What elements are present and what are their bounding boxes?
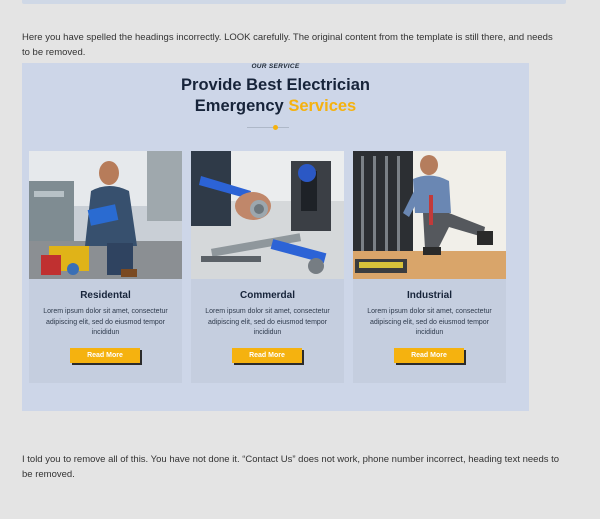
divider-dot — [273, 125, 278, 130]
card-description: Lorem ipsum dolor sit amet, consectetur … — [205, 308, 330, 336]
electrician-with-clipboard-photo — [29, 151, 182, 279]
card-title: Industrial — [406, 290, 452, 301]
heading-divider — [247, 127, 289, 128]
card-description: Lorem ipsum dolor sit amet, consectetur … — [43, 308, 168, 336]
card-description: Lorem ipsum dolor sit amet, consectetur … — [367, 308, 492, 336]
hands-holding-pipe-tools-photo — [191, 151, 344, 279]
section-eyebrow: OUR SERVICE — [251, 63, 300, 70]
embedded-screenshot: OUR SERVICE Provide Best Electrician Eme… — [22, 63, 529, 411]
read-more-button[interactable]: Read More — [394, 348, 464, 363]
feedback-message: Here you have spelled the headings incor… — [22, 31, 553, 58]
card-title: Residental — [80, 290, 131, 301]
read-more-button[interactable]: Read More — [232, 348, 302, 363]
card-title: Commerdal — [239, 290, 295, 301]
service-card-industrial: Industrial Lorem ipsum dolor sit amet, c… — [353, 151, 506, 383]
technician-kneeling-at-cabinet-photo — [353, 151, 506, 279]
top-strip — [22, 0, 566, 4]
heading-accent-word: Services — [288, 97, 357, 115]
heading-main-word: Emergency — [194, 97, 284, 115]
heading-line-1: Provide Best Electrician — [181, 76, 370, 94]
service-card-commercial: Commerdal Lorem ipsum dolor sit amet, co… — [191, 151, 344, 383]
read-more-button[interactable]: Read More — [70, 348, 140, 363]
section-heading: Provide Best Electrician Emergency Servi… — [22, 75, 529, 117]
feedback-message: I told you to remove all of this. You ha… — [22, 453, 560, 480]
heading-line-2: Emergency Services — [22, 96, 529, 117]
service-card-residential: Residental Lorem ipsum dolor sit amet, c… — [29, 151, 182, 383]
